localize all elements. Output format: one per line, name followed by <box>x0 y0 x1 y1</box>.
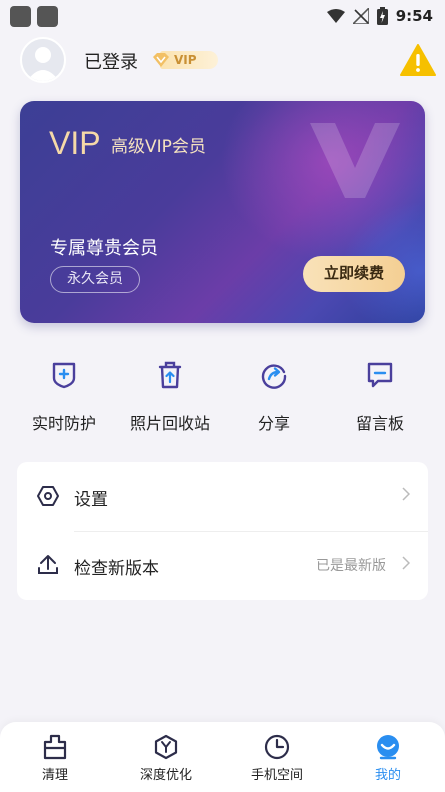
vip-badge: VIP <box>152 49 218 71</box>
login-status: 已登录 <box>84 52 138 73</box>
check-update-label: 检查新版本 <box>74 559 159 579</box>
membership-type-badge: 永久会员 <box>50 266 140 293</box>
nav-label: 我的 <box>374 768 401 783</box>
notification-icons <box>10 5 58 27</box>
action-realtime-protection[interactable]: 实时防护 <box>9 358 119 434</box>
no-signal-icon <box>352 8 369 24</box>
app-notification-icon <box>37 5 58 27</box>
nav-mine[interactable]: 我的 <box>333 734 443 783</box>
action-label: 实时防护 <box>31 414 96 433</box>
action-label: 留言板 <box>355 414 404 433</box>
action-label: 分享 <box>257 414 290 433</box>
bottom-nav: 清理 深度优化 手机空间 我的 <box>0 722 445 792</box>
vip-exclusive-label: 专属尊贵会员 <box>50 238 158 259</box>
profile-header: 已登录 VIP <box>0 32 445 92</box>
nav-deep-optimize[interactable]: 深度优化 <box>111 734 221 783</box>
action-label: 照片回收站 <box>129 414 210 433</box>
update-icon <box>38 555 58 574</box>
trash-bin-icon <box>158 361 182 389</box>
nav-label: 清理 <box>41 768 68 783</box>
chevron-right-icon <box>402 487 410 501</box>
vip-card[interactable]: VIP 高级VIP会员 专属尊贵会员 永久会员 立即续费 <box>20 101 425 323</box>
avatar[interactable] <box>20 37 66 83</box>
profile-icon <box>377 735 399 760</box>
shield-plus-icon <box>52 362 76 389</box>
settings-label: 设置 <box>74 490 108 510</box>
message-board-icon <box>367 362 393 388</box>
version-status: 已是最新版 <box>316 558 386 574</box>
nav-label: 深度优化 <box>139 768 192 783</box>
clean-icon <box>43 734 67 760</box>
status-bar: 9:54 <box>0 0 445 32</box>
default-avatar-icon <box>27 47 59 81</box>
settings-hex-icon <box>37 486 59 506</box>
settings-row[interactable]: 设置 <box>17 462 428 532</box>
vip-diamond-icon <box>153 53 169 67</box>
chevron-right-icon <box>402 556 410 570</box>
action-photo-recycle-bin[interactable]: 照片回收站 <box>115 358 225 434</box>
app-notification-icon <box>10 5 31 27</box>
check-update-row[interactable]: 检查新版本 已是最新版 <box>17 531 428 600</box>
vip-badge-label: VIP <box>174 53 197 67</box>
wifi-icon <box>326 9 345 23</box>
optimize-icon <box>154 734 178 760</box>
share-icon <box>261 364 287 389</box>
settings-list: 设置 检查新版本 已是最新版 <box>17 462 428 600</box>
nav-phone-storage[interactable]: 手机空间 <box>222 734 332 783</box>
status-indicators: 9:54 <box>326 7 433 25</box>
clock: 9:54 <box>395 7 433 25</box>
nav-label: 手机空间 <box>250 768 303 783</box>
action-message-board[interactable]: 留言板 <box>325 358 435 434</box>
vip-label: VIP <box>49 125 101 161</box>
battery-charging-icon <box>376 7 388 25</box>
storage-clock-icon <box>264 734 290 760</box>
quick-actions: 实时防护 照片回收站 分享 留言板 <box>0 358 445 438</box>
renew-button[interactable]: 立即续费 <box>303 256 405 292</box>
warning-icon[interactable] <box>400 44 436 76</box>
vip-title: 高级VIP会员 <box>111 137 206 157</box>
vip-watermark-icon <box>310 123 400 198</box>
nav-clean[interactable]: 清理 <box>0 734 110 783</box>
action-share[interactable]: 分享 <box>219 358 329 434</box>
